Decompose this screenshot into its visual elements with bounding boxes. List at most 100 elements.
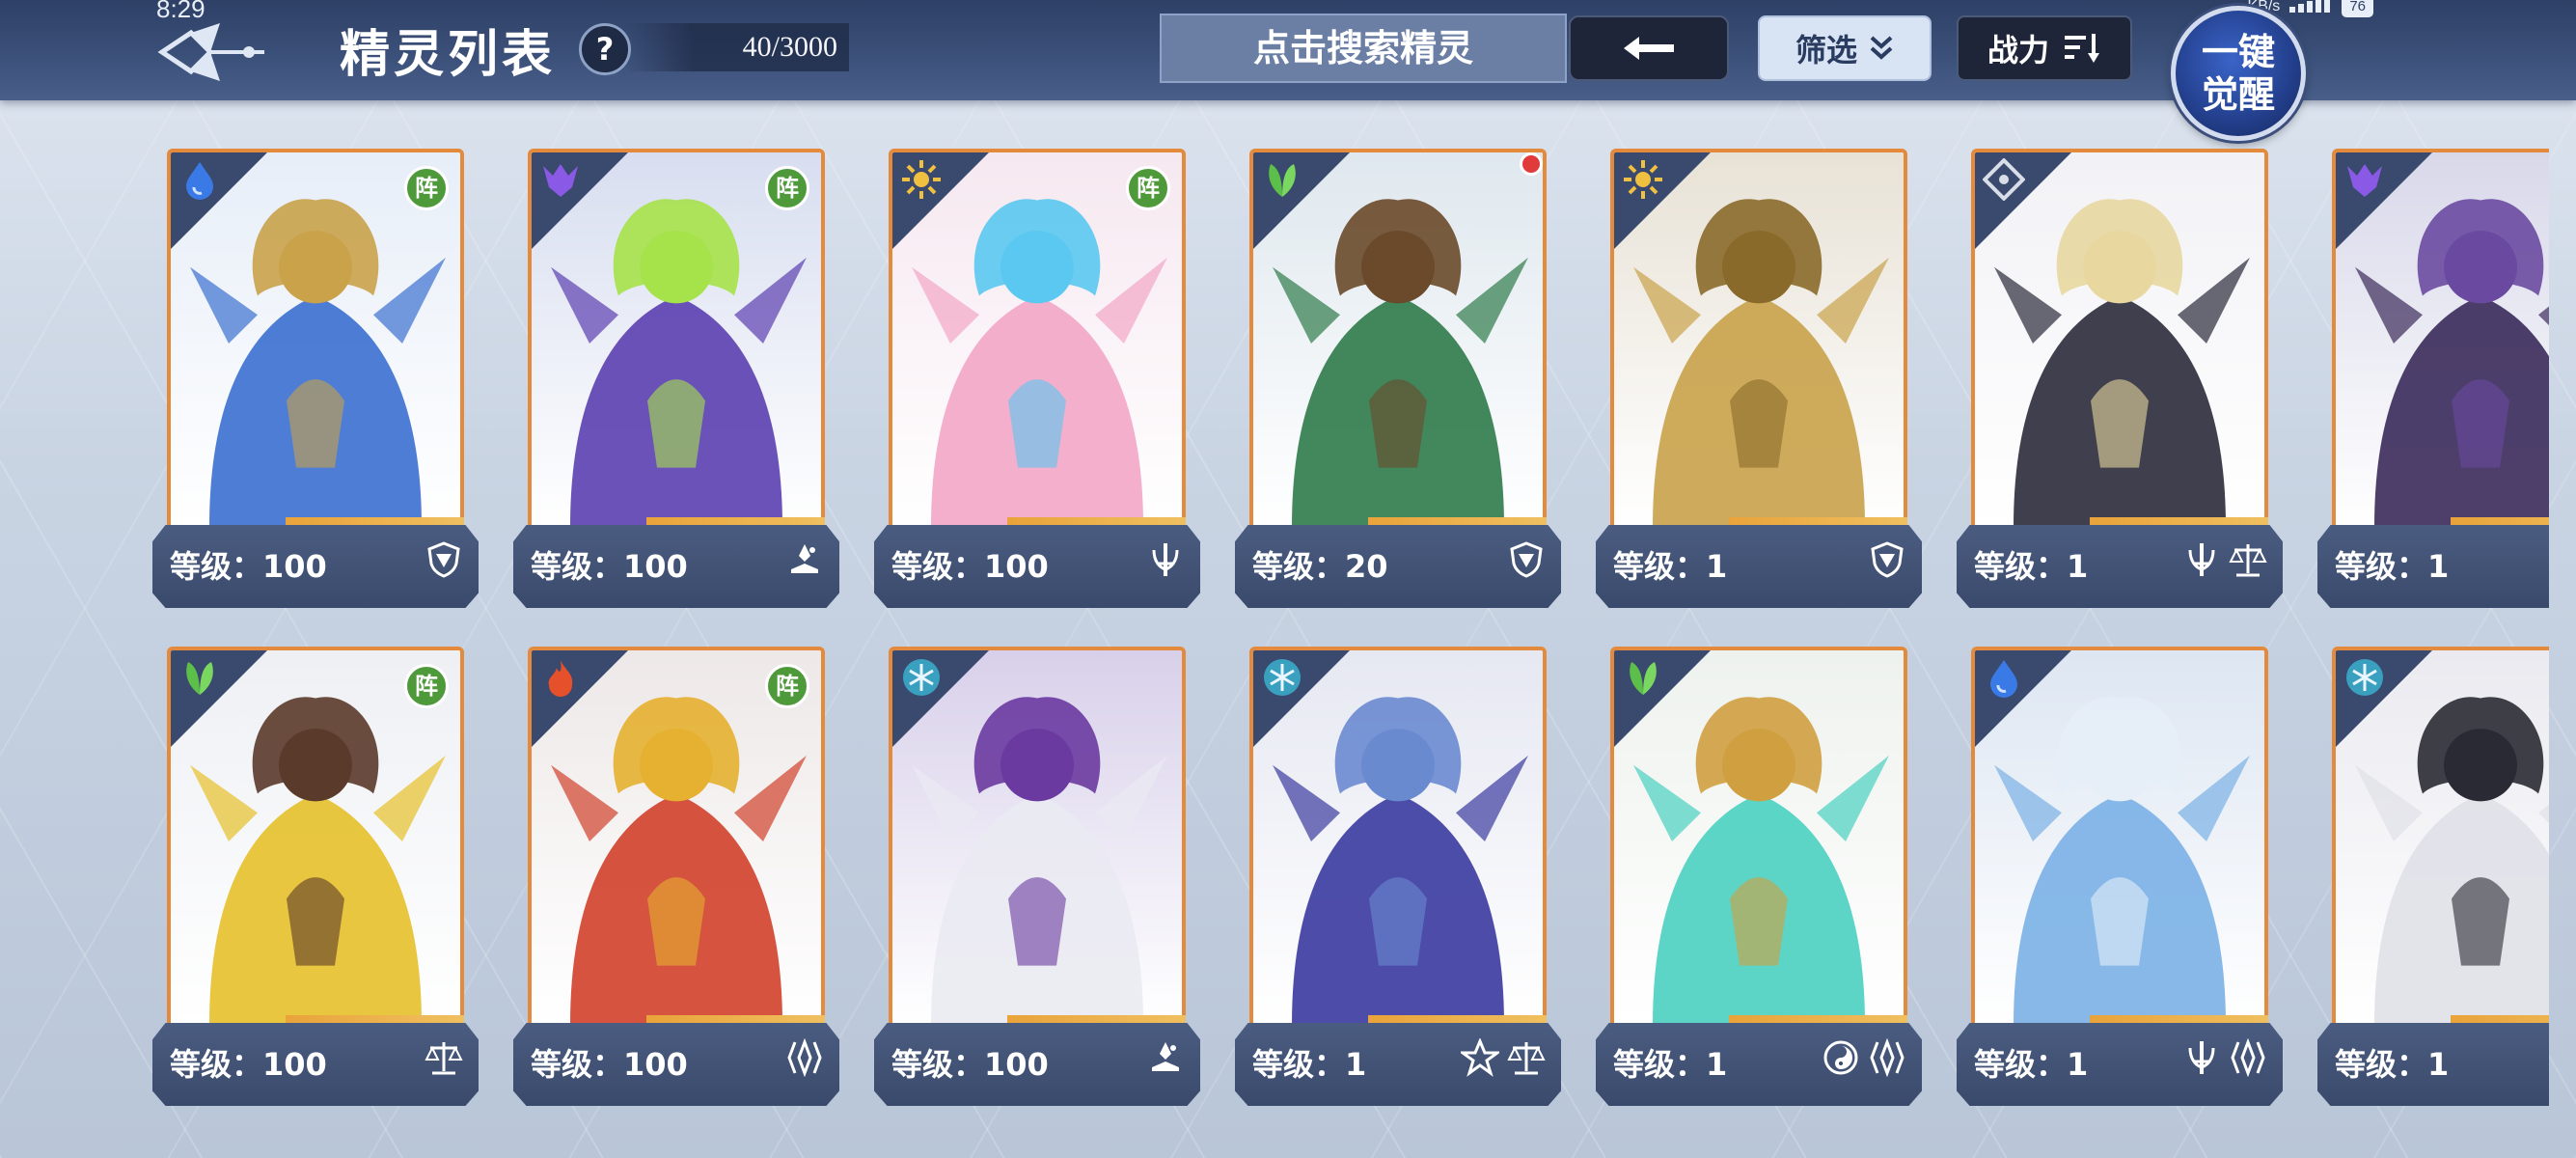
awaken-label-line2: 觉醒: [2201, 72, 2275, 116]
attack-icon: [2182, 1038, 2221, 1077]
card-footer: 等级：1: [1596, 1023, 1922, 1106]
spirit-card[interactable]: 等级：100: [874, 647, 1200, 1108]
shadow-icon: [539, 158, 582, 201]
spirit-card[interactable]: 等级：20: [1235, 149, 1561, 610]
spirit-portrait: [889, 647, 1186, 1029]
card-footer: 等级：100: [152, 525, 479, 608]
class-icons: [1822, 1038, 1906, 1077]
card-footer: 等级：100: [513, 525, 839, 608]
class-icons: [1507, 540, 1546, 579]
spirit-card[interactable]: 等级：1: [1596, 647, 1922, 1108]
back-button[interactable]: [1569, 15, 1729, 81]
level-label: 等级：1: [1613, 548, 1728, 585]
balance-icon: [425, 1038, 463, 1077]
grass-icon: [178, 656, 221, 699]
speed-icon: [785, 1038, 824, 1077]
card-footer: 等级：1: [1596, 525, 1922, 608]
awaken-label-line1: 一键: [2201, 30, 2275, 73]
class-icons: [2182, 1038, 2267, 1077]
speed-icon: [1868, 1038, 1906, 1077]
filter-button[interactable]: 筛选: [1758, 15, 1932, 81]
spirit-card[interactable]: 阵等级：100: [874, 149, 1200, 610]
spirit-card[interactable]: 阵等级：100: [152, 647, 479, 1108]
spirit-portrait: 阵: [528, 149, 825, 531]
level-label: 等级：100: [170, 548, 327, 585]
speed-icon: [2229, 1038, 2267, 1077]
star-icon: [1461, 1038, 1499, 1077]
spirit-card[interactable]: 等级：1: [1235, 647, 1561, 1108]
water-icon: [178, 158, 221, 201]
formation-badge: 阵: [765, 166, 809, 210]
level-label: 等级：100: [531, 548, 688, 585]
light-icon: [900, 158, 943, 201]
level-label: 等级：1: [1974, 1046, 2089, 1083]
light-icon: [1622, 158, 1664, 201]
level-label: 等级：1: [1613, 1046, 1728, 1083]
fire-icon: [539, 656, 582, 699]
class-icons: [785, 1038, 824, 1077]
spiral-icon: [1822, 1038, 1860, 1077]
spirit-count: 40/3000: [627, 23, 849, 71]
level-label: 等级：1: [2335, 1046, 2450, 1083]
card-footer: 等级：1: [1957, 1023, 2283, 1106]
spirit-portrait: [1610, 647, 1907, 1029]
card-footer: 等级：1: [2317, 525, 2549, 608]
spirit-card[interactable]: 阵等级：100: [513, 149, 839, 610]
attack-icon: [2182, 540, 2221, 579]
level-label: 等级：1: [1974, 548, 2089, 585]
spirit-card[interactable]: 等级：1: [2317, 647, 2549, 1108]
spirit-portrait: [1249, 647, 1547, 1029]
spirit-portrait: 阵: [167, 149, 464, 531]
formation-badge: 阵: [765, 664, 809, 708]
class-icons: [425, 540, 463, 579]
level-label: 等级：20: [1252, 548, 1388, 585]
spirit-portrait: 阵: [889, 149, 1186, 531]
spirit-portrait: [2332, 647, 2549, 1029]
grass-icon: [1622, 656, 1664, 699]
card-footer: 等级：1: [1957, 525, 2283, 608]
level-label: 等级：100: [170, 1046, 327, 1083]
sort-power-button[interactable]: 战力: [1957, 15, 2132, 81]
level-label: 等级：1: [1252, 1046, 1367, 1083]
filter-label: 筛选: [1795, 32, 1857, 69]
formation-badge: 阵: [1126, 166, 1170, 210]
class-icons: [2182, 540, 2267, 579]
arrow-left-icon: [1624, 37, 1674, 60]
card-footer: 等级：1: [2317, 1023, 2549, 1106]
spirit-card[interactable]: 阵等级：100: [152, 149, 479, 610]
search-input[interactable]: 点击搜索精灵: [1160, 14, 1567, 83]
card-footer: 等级：20: [1235, 525, 1561, 608]
level-label: 等级：100: [531, 1046, 688, 1083]
ice-icon: [900, 656, 943, 699]
spirit-card[interactable]: 等级：1: [1957, 149, 2283, 610]
spirit-portrait: [1971, 149, 2268, 531]
support-icon: [785, 540, 824, 579]
battery-indicator: 76: [2342, 0, 2373, 17]
page-title: 精灵列表: [340, 26, 557, 84]
class-icons: [785, 540, 824, 579]
spirit-card[interactable]: 等级：1: [1957, 647, 2283, 1108]
spirit-portrait: [1971, 647, 2268, 1029]
one-click-awaken-button[interactable]: 一键 觉醒: [2171, 6, 2306, 141]
defense-icon: [1507, 540, 1546, 579]
grass-icon: [1261, 158, 1303, 201]
spirit-card[interactable]: 等级：1: [1596, 149, 1922, 610]
ice-icon: [2343, 656, 2386, 699]
shadow-icon: [2343, 158, 2386, 201]
sort-icon: [2065, 34, 2099, 63]
level-label: 等级：100: [891, 548, 1049, 585]
signal-icon: [2289, 0, 2332, 17]
spirit-portrait: [2332, 149, 2549, 531]
class-icons: [1146, 540, 1185, 579]
spirit-card[interactable]: 等级：1: [2317, 149, 2549, 610]
spirit-portrait: [1249, 149, 1547, 531]
spirit-portrait: [1610, 149, 1907, 531]
ice-icon: [1261, 656, 1303, 699]
attack-icon: [1146, 540, 1185, 579]
level-label: 等级：100: [891, 1046, 1049, 1083]
card-footer: 等级：100: [152, 1023, 479, 1106]
balance-icon: [2229, 540, 2267, 579]
help-button[interactable]: ?: [579, 23, 631, 75]
spirit-card[interactable]: 阵等级：100: [513, 647, 839, 1108]
class-icons: [1461, 1038, 1546, 1077]
